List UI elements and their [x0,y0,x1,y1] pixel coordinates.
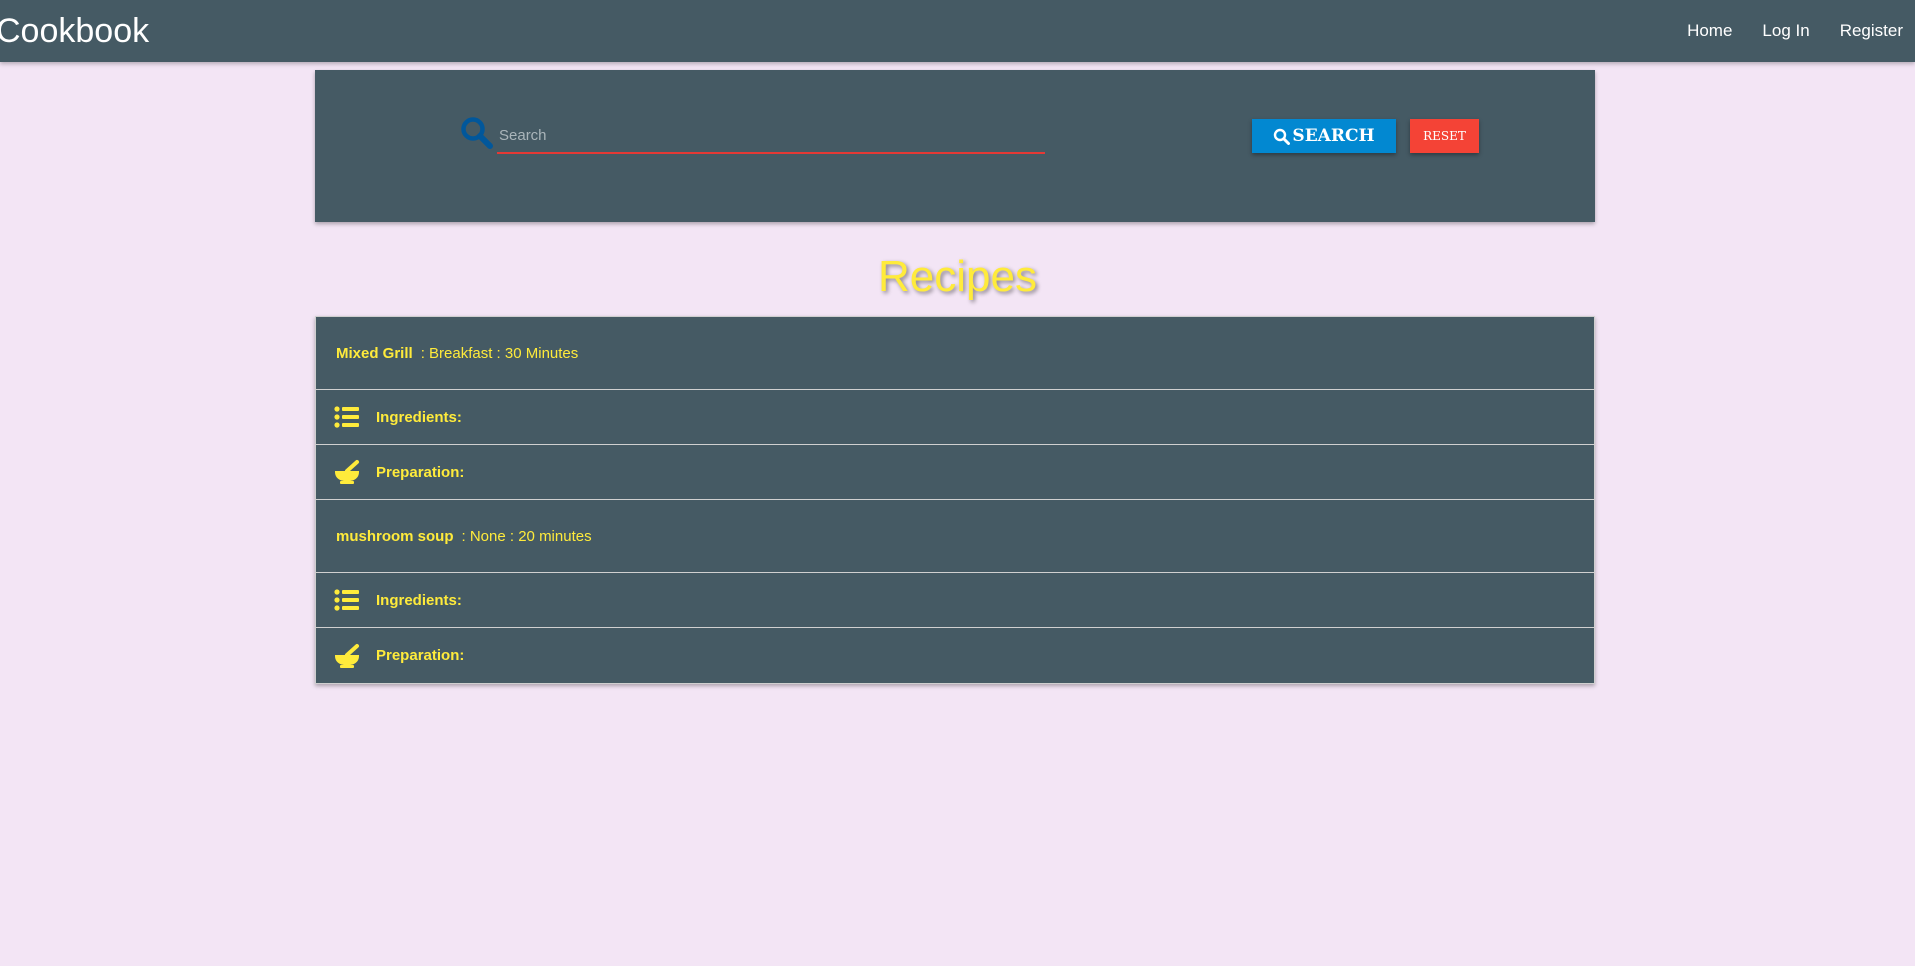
brand-logo[interactable]: Cookbook [0,11,149,51]
preparation-label: Preparation: [376,463,465,481]
top-navbar: Cookbook Home Log In Register [0,0,1915,62]
recipe-list: Mixed Grill : Breakfast : 30 Minutes Ing… [315,316,1595,684]
ingredients-label: Ingredients: [376,591,462,609]
page-title: Recipes [878,252,1037,301]
mortar-pestle-icon [334,643,360,669]
recipe-details: : Breakfast : 30 Minutes [420,344,579,362]
search-icon [460,116,494,150]
nav-links: Home Log In Register [1657,0,1903,62]
ingredients-label: Ingredients: [376,408,462,426]
search-panel: SEARCH RESET [315,70,1595,222]
recipe-header[interactable]: Mixed Grill : Breakfast : 30 Minutes [316,317,1594,390]
nav-link-login[interactable]: Log In [1762,21,1809,41]
search-button[interactable]: SEARCH [1252,119,1396,153]
list-icon [334,404,360,430]
search-input[interactable] [497,118,1045,154]
recipe-name: Mixed Grill [336,344,413,362]
search-icon [1274,128,1291,145]
recipe-ingredients-row[interactable]: Ingredients: [316,390,1594,445]
recipe-preparation-row[interactable]: Preparation: [316,445,1594,500]
reset-button[interactable]: RESET [1410,119,1479,153]
recipe-ingredients-row[interactable]: Ingredients: [316,573,1594,628]
recipe-header[interactable]: mushroom soup : None : 20 minutes [316,500,1594,573]
list-icon [334,587,360,613]
recipe-preparation-row[interactable]: Preparation: [316,628,1594,683]
preparation-label: Preparation: [376,647,465,664]
mortar-pestle-icon [334,459,360,485]
recipe-name: mushroom soup [336,527,454,545]
nav-link-home[interactable]: Home [1687,21,1732,41]
search-button-label: SEARCH [1292,126,1375,146]
recipe-details: : None : 20 minutes [461,527,592,545]
nav-link-register[interactable]: Register [1840,21,1903,41]
